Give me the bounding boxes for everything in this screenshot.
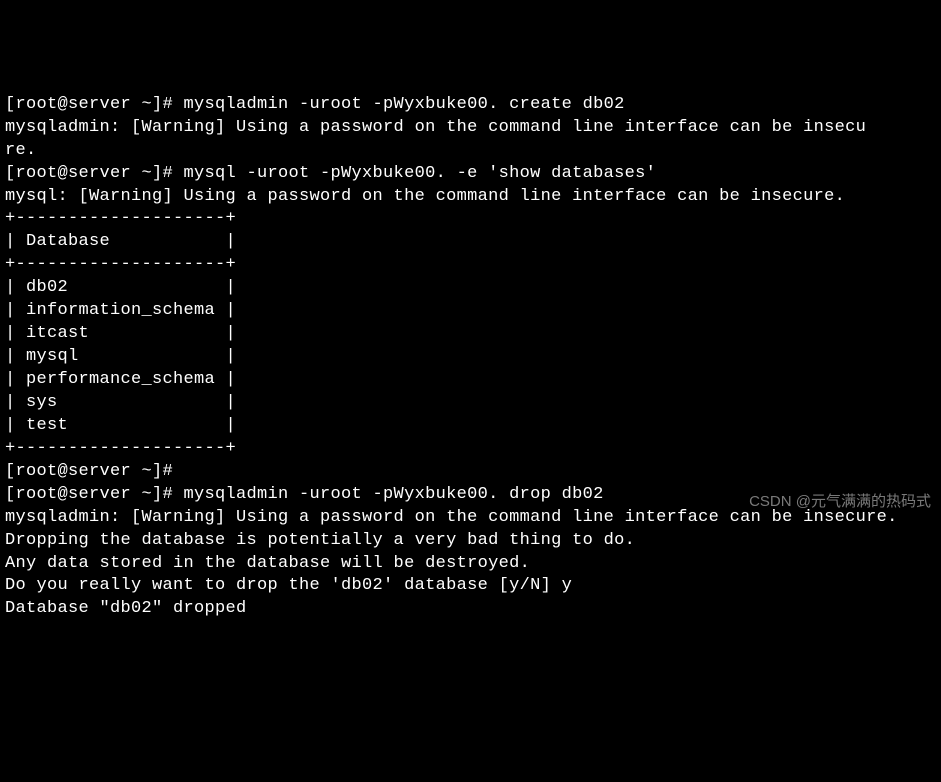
table-border: +--------------------+	[5, 438, 936, 461]
prompt-line: [root@server ~]# mysql -uroot -pWyxbuke0…	[5, 163, 936, 186]
output-line: Any data stored in the database will be …	[5, 553, 936, 576]
terminal-output[interactable]: [root@server ~]# mysqladmin -uroot -pWyx…	[5, 94, 936, 622]
table-row: | information_schema |	[5, 300, 936, 323]
table-border: +--------------------+	[5, 254, 936, 277]
output-line: mysql: [Warning] Using a password on the…	[5, 186, 936, 209]
table-row: | sys |	[5, 392, 936, 415]
table-row: | performance_schema |	[5, 369, 936, 392]
table-header: | Database |	[5, 231, 936, 254]
output-line: Dropping the database is potentially a v…	[5, 530, 936, 553]
output-line: Do you really want to drop the 'db02' da…	[5, 575, 936, 598]
watermark-text: CSDN @元气满满的热码式	[749, 492, 931, 512]
output-line: re.	[5, 140, 936, 163]
table-row: | itcast |	[5, 323, 936, 346]
table-row: | db02 |	[5, 277, 936, 300]
table-row: | test |	[5, 415, 936, 438]
table-border: +--------------------+	[5, 208, 936, 231]
table-row: | mysql |	[5, 346, 936, 369]
prompt-line: [root@server ~]#	[5, 461, 936, 484]
output-line: mysqladmin: [Warning] Using a password o…	[5, 117, 936, 140]
prompt-line: [root@server ~]# mysqladmin -uroot -pWyx…	[5, 94, 936, 117]
output-line: Database "db02" dropped	[5, 598, 936, 621]
